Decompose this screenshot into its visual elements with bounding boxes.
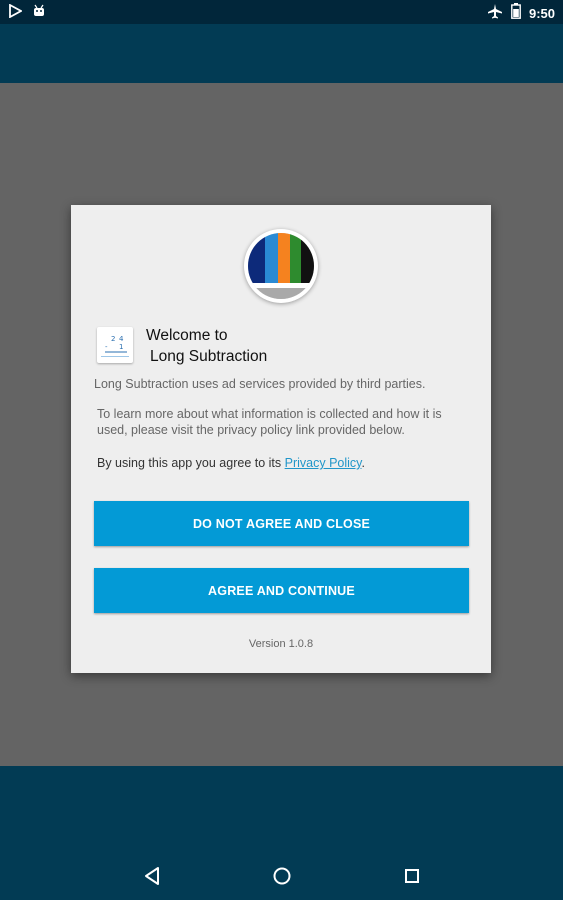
app-bar: [0, 24, 563, 83]
navigation-bar: [0, 852, 563, 900]
status-bar: 9:50: [0, 0, 563, 24]
welcome-title: Welcome to Long Subtraction: [146, 325, 267, 367]
android-icon: [32, 4, 46, 23]
bottom-bar: [0, 766, 563, 900]
do-not-agree-button[interactable]: DO NOT AGREE AND CLOSE: [94, 501, 469, 546]
privacy-policy-link[interactable]: Privacy Policy: [285, 456, 362, 470]
agreement-suffix: .: [361, 456, 365, 470]
home-icon[interactable]: [262, 856, 302, 896]
agree-continue-button[interactable]: AGREE AND CONTINUE: [94, 568, 469, 613]
consent-dialog: 2 4 - 1 Welcome to Long Subtraction Long…: [71, 205, 491, 673]
agreement-text: By using this app you agree to its Priva…: [94, 455, 473, 471]
privacy-notice: To learn more about what information is …: [97, 407, 442, 437]
airplane-icon: [487, 3, 503, 24]
status-time: 9:50: [528, 5, 555, 21]
welcome-line1: Welcome to: [146, 327, 228, 344]
version-label: Version 1.0.8: [248, 638, 314, 650]
svg-text:-: -: [105, 343, 108, 351]
svg-text:2: 2: [111, 335, 115, 343]
agreement-prefix: By using this app you agree to its: [97, 456, 285, 470]
play-store-icon: [8, 3, 23, 23]
svg-text:1: 1: [119, 343, 123, 351]
app-icon: 2 4 - 1: [97, 327, 133, 363]
back-icon[interactable]: [132, 856, 172, 896]
welcome-line2: Long Subtraction: [150, 348, 268, 365]
recents-icon[interactable]: [392, 856, 432, 896]
battery-icon: [511, 3, 521, 24]
developer-logo: [244, 229, 318, 303]
ads-notice: Long Subtraction uses ad services provid…: [94, 377, 426, 391]
svg-text:4: 4: [119, 335, 124, 343]
